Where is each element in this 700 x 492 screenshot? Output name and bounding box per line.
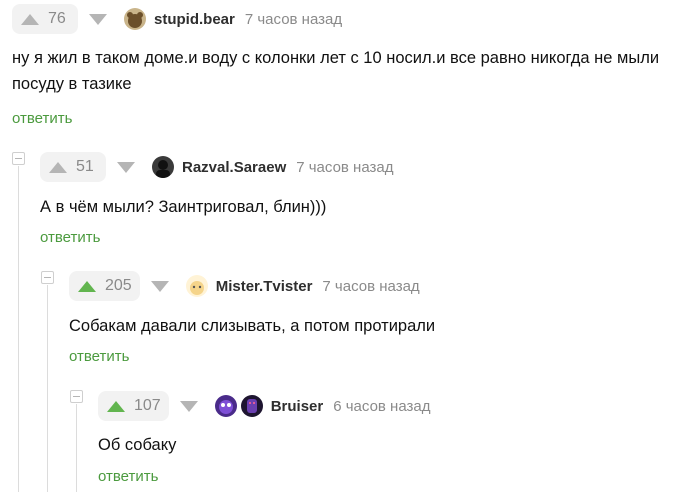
collapse-branch-button[interactable]: [70, 390, 83, 403]
comment-text: Об собаку: [98, 436, 177, 454]
hero-badge-icon: [240, 395, 263, 417]
rating-score: 205: [105, 277, 132, 294]
comment-time: 7 часов назад: [322, 277, 420, 295]
vote-down-icon: [89, 13, 107, 25]
comment-text: ну я жил в таком доме.и воду с колонки л…: [12, 49, 660, 93]
collapse-branch-button[interactable]: [41, 271, 54, 284]
author-name[interactable]: Razval.Saraew: [182, 159, 286, 176]
comment-header: 51 Razval.Saraew 7 часов назад: [40, 152, 393, 182]
comment-text: А в чём мыли? Заинтриговал, блин))): [40, 198, 327, 216]
author-name[interactable]: Mister.Tvister: [216, 278, 313, 295]
vote-down-button[interactable]: [110, 152, 142, 182]
reply-link[interactable]: ответить: [98, 468, 158, 485]
rating-box: 76: [12, 4, 78, 34]
vote-up-button[interactable]: [40, 152, 76, 182]
comment-time: 6 часов назад: [333, 397, 431, 415]
vote-down-icon: [150, 280, 169, 292]
vote-up-icon: [107, 400, 125, 412]
collapse-branch-button[interactable]: [12, 152, 25, 165]
user-avatar-icon: [152, 156, 174, 178]
avatar[interactable]: [152, 156, 174, 178]
comment-text: Собакам давали слизывать, а потом протир…: [69, 317, 436, 335]
comment-level-1: 51 Razval.Saraew 7 часов назад А в чём м…: [40, 150, 700, 260]
monster-avatar-icon: [214, 395, 237, 417]
comment-level-3: 107 Bruiser 6 часов назад Об собаку отве…: [98, 389, 700, 492]
avatar[interactable]: [214, 395, 237, 417]
vote-down-icon: [179, 400, 198, 412]
vote-up-button[interactable]: [98, 391, 134, 421]
rating-score: 107: [134, 397, 161, 414]
vote-up-icon: [49, 161, 67, 173]
avatar[interactable]: [185, 275, 208, 297]
reply-link[interactable]: ответить: [69, 348, 129, 365]
vote-down-button[interactable]: [144, 271, 176, 301]
rating-score: 76: [48, 10, 66, 27]
rating-box: 51: [40, 152, 106, 182]
vote-up-button[interactable]: [12, 4, 48, 34]
comment-header: 107 Bruiser 6 часов назад: [98, 391, 430, 421]
comment-time: 7 часов назад: [244, 10, 343, 28]
comment-header: 76 stupid.bear 7 часов назад: [12, 4, 342, 34]
vote-up-icon: [21, 13, 39, 25]
reply-link[interactable]: ответить: [40, 229, 100, 246]
branch-line: [18, 166, 19, 492]
vote-up-icon: [78, 280, 96, 292]
vote-up-button[interactable]: [69, 271, 105, 301]
comment-time: 7 часов назад: [296, 158, 394, 176]
comment-level-2: 205 Mister.Tvister 7 часов назад Собакам…: [69, 269, 700, 379]
rating-score: 51: [76, 158, 94, 175]
vote-down-button[interactable]: [173, 391, 205, 421]
vote-down-icon: [117, 161, 135, 173]
branch-line: [76, 404, 77, 492]
author-name[interactable]: Bruiser: [271, 398, 324, 415]
vote-down-button[interactable]: [82, 4, 114, 34]
comment-level-0: 76 stupid.bear 7 часов назад ну я жил в …: [0, 0, 700, 130]
branch-line: [47, 285, 48, 492]
cat-avatar-icon: [185, 275, 208, 297]
bear-avatar-icon: [124, 8, 146, 30]
comment-header: 205 Mister.Tvister 7 часов назад: [69, 271, 420, 301]
reply-link[interactable]: ответить: [12, 110, 72, 127]
rating-box: 107: [98, 391, 169, 421]
badge-avatar[interactable]: [240, 395, 263, 417]
rating-box: 205: [69, 271, 140, 301]
avatar[interactable]: [124, 8, 146, 30]
author-name[interactable]: stupid.bear: [154, 11, 235, 28]
